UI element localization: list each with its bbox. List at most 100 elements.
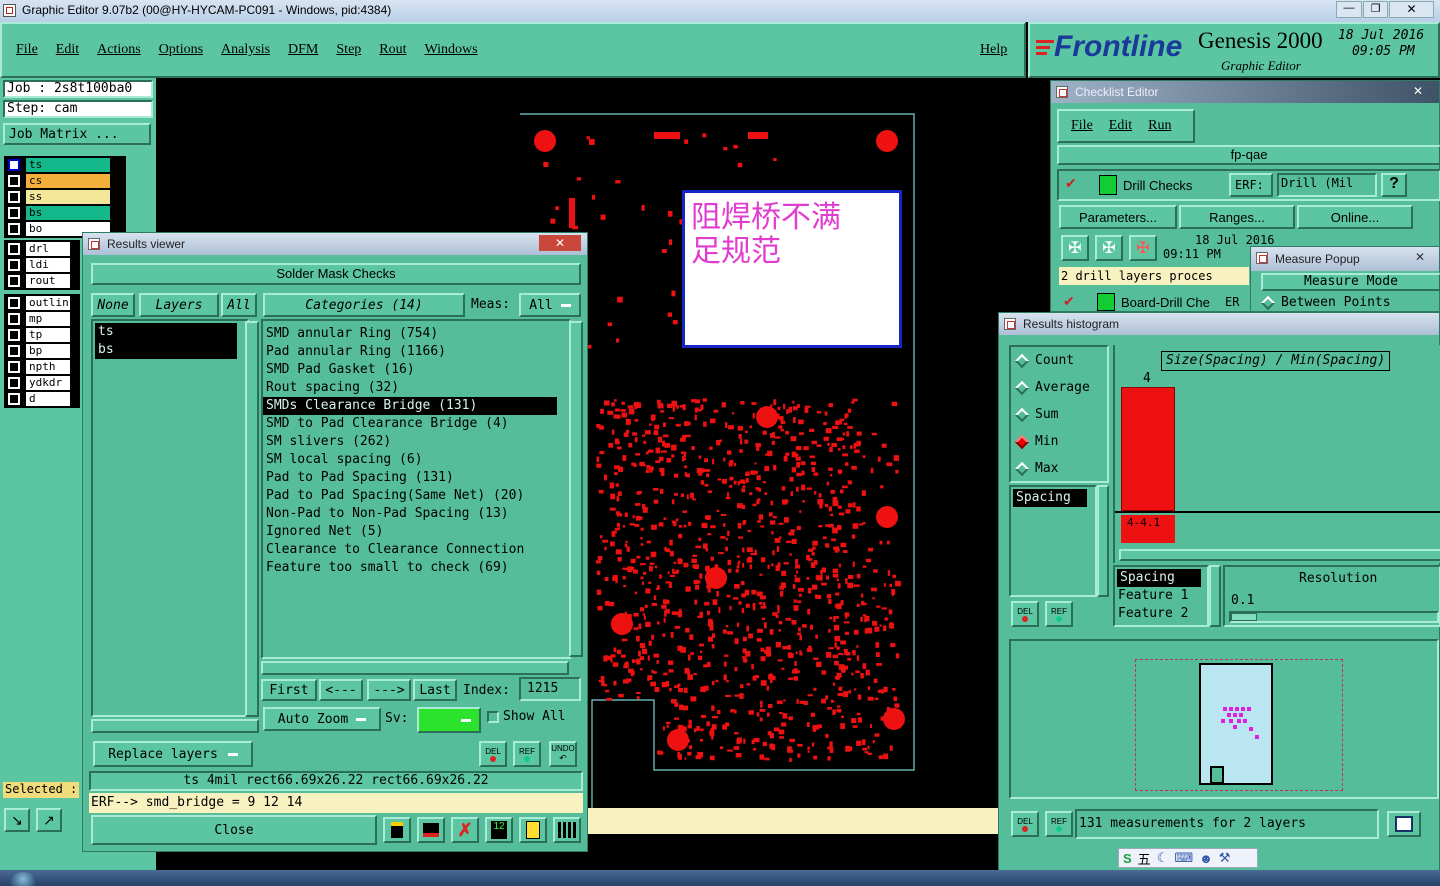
del-button[interactable]: DEL xyxy=(479,741,507,767)
layer-checkbox[interactable] xyxy=(8,377,20,389)
tool-icon-1[interactable]: ↘ xyxy=(4,808,30,832)
layer-cs[interactable]: cs xyxy=(4,173,126,189)
menu-file[interactable]: File xyxy=(16,42,38,58)
categories-scrollbar[interactable] xyxy=(569,321,583,657)
layer-tp[interactable]: tp xyxy=(4,327,80,343)
category-item[interactable]: SMD Pad Gasket (16) xyxy=(263,361,569,379)
category-item[interactable]: Feature too small to check (69) xyxy=(263,559,569,577)
layer-checkbox[interactable] xyxy=(8,329,20,341)
category-item[interactable]: Pad to Pad Spacing (131) xyxy=(263,469,569,487)
layer-checkbox[interactable] xyxy=(8,159,20,171)
online-button[interactable]: Online... xyxy=(1297,205,1413,229)
measure-mode-option[interactable]: Between Points xyxy=(1260,295,1391,310)
replace-layers-dropdown[interactable]: Replace layers xyxy=(93,741,253,767)
categories-list[interactable]: SMD annular Ring (754) Pad annular Ring (… xyxy=(261,319,571,659)
layer-checkbox[interactable] xyxy=(8,191,20,203)
layer-checkbox[interactable] xyxy=(8,207,20,219)
layer-bp[interactable]: bp xyxy=(4,343,80,359)
category-item[interactable]: Pad to Pad Spacing(Same Net) (20) xyxy=(263,487,569,505)
category-item[interactable]: Pad annular Ring (1166) xyxy=(263,343,569,361)
category-item[interactable]: SM local spacing (6) xyxy=(263,451,569,469)
layer-checkbox[interactable] xyxy=(8,243,20,255)
drill-checks-row[interactable]: ✔ Drill Checks ERF: Drill (Mil ? xyxy=(1057,169,1440,201)
menu-help[interactable]: Help xyxy=(980,42,1007,58)
zoom-fit-button[interactable] xyxy=(1387,811,1421,837)
menu-step[interactable]: Step xyxy=(336,42,361,58)
menu-actions[interactable]: Actions xyxy=(97,42,141,58)
layer-npth[interactable]: npth xyxy=(4,359,80,375)
menu-rout[interactable]: Rout xyxy=(379,42,406,58)
show-all-checkbox[interactable] xyxy=(487,711,499,723)
ime-mode[interactable]: 五 xyxy=(1138,849,1151,868)
index-input[interactable]: 1215 xyxy=(519,677,581,701)
layer-rout[interactable]: rout xyxy=(4,273,80,289)
undo-button[interactable]: UNDO ↶ xyxy=(549,741,577,767)
help-question-icon[interactable]: ? xyxy=(1381,173,1407,197)
erf-value[interactable]: Drill (Mil xyxy=(1277,173,1377,197)
layer-ts[interactable]: ts xyxy=(4,157,126,173)
toolbar-btn-3[interactable]: ✗ xyxy=(451,817,479,843)
moon-icon[interactable]: ☾ xyxy=(1157,850,1169,866)
close-button[interactable]: ✕ xyxy=(1389,1,1434,18)
category-item[interactable]: Rout spacing (32) xyxy=(263,379,569,397)
layer-ydkdr[interactable]: ydkdr xyxy=(4,375,80,391)
meas-dropdown[interactable]: All xyxy=(519,293,581,317)
menu-windows[interactable]: Windows xyxy=(425,42,478,58)
layer-mp[interactable]: mp xyxy=(4,311,80,327)
layer-d[interactable]: d xyxy=(4,391,80,407)
category-item[interactable]: SM slivers (262) xyxy=(263,433,569,451)
ime-s-icon[interactable]: S xyxy=(1123,851,1132,866)
prev-button[interactable]: <--- xyxy=(319,679,363,701)
run-icon-1[interactable]: ✠ xyxy=(1061,235,1089,261)
start-icon[interactable] xyxy=(10,872,36,886)
layer-checkbox[interactable] xyxy=(8,393,20,405)
sv-color-dropdown[interactable] xyxy=(417,707,481,733)
bottom-del-button[interactable]: DEL xyxy=(1011,811,1039,837)
layers-button[interactable]: Layers xyxy=(139,293,219,317)
histogram-preview[interactable] xyxy=(1009,639,1439,799)
minimize-button[interactable]: — xyxy=(1336,1,1362,18)
layer-checkbox[interactable] xyxy=(8,275,20,287)
histogram-ref-button[interactable]: REF xyxy=(1045,601,1073,627)
wrench-icon[interactable]: ⚒ xyxy=(1219,850,1231,866)
close-dialog-button[interactable]: Close xyxy=(91,815,377,845)
parameters-button[interactable]: Parameters... xyxy=(1059,205,1177,229)
menu-edit[interactable]: Edit xyxy=(56,42,79,58)
ranges-button[interactable]: Ranges... xyxy=(1179,205,1295,229)
category-item[interactable]: SMD annular Ring (754) xyxy=(263,325,569,343)
bottom-ref-button[interactable]: REF xyxy=(1045,811,1073,837)
stat-option-count[interactable]: Count xyxy=(1011,347,1107,374)
layers-hscrollbar[interactable] xyxy=(91,719,259,733)
list-item[interactable]: Spacing xyxy=(1013,489,1087,507)
next-button[interactable]: ---> xyxy=(367,679,411,701)
run-icon-2[interactable]: ✠ xyxy=(1095,235,1123,261)
layer-checkbox[interactable] xyxy=(8,259,20,271)
layer-checkbox[interactable] xyxy=(8,313,20,325)
close-icon[interactable]: ✕ xyxy=(539,235,581,251)
layer-bs[interactable]: bs xyxy=(4,205,126,221)
category-item[interactable]: SMD to Pad Clearance Bridge (4) xyxy=(263,415,569,433)
spacing-list[interactable]: Spacing xyxy=(1009,485,1097,597)
close-icon[interactable]: ✕ xyxy=(1409,249,1431,265)
slider-thumb[interactable] xyxy=(1231,613,1257,621)
stat-option-max[interactable]: Max xyxy=(1011,455,1107,482)
categories-hscrollbar[interactable] xyxy=(261,661,569,675)
stat-option-min[interactable]: Min xyxy=(1011,428,1107,455)
first-button[interactable]: First xyxy=(261,679,317,701)
auto-zoom-dropdown[interactable]: Auto Zoom xyxy=(263,707,381,731)
last-button[interactable]: Last xyxy=(413,679,457,701)
layer-checkbox[interactable] xyxy=(8,223,20,235)
run-icon-3[interactable]: ✠ xyxy=(1129,235,1157,261)
category-item[interactable]: Clearance to Clearance Connection xyxy=(263,541,569,559)
layer-drl[interactable]: drl xyxy=(4,241,80,257)
category-item[interactable]: Ignored Net (5) xyxy=(263,523,569,541)
list-item[interactable]: bs xyxy=(95,341,237,359)
toolbar-btn-6[interactable] xyxy=(553,817,581,843)
all-button[interactable]: All xyxy=(221,293,257,317)
none-button[interactable]: None xyxy=(91,293,135,317)
toolbar-btn-4[interactable]: 12 xyxy=(485,817,513,843)
layer-ss[interactable]: ss xyxy=(4,189,126,205)
layer-checkbox[interactable] xyxy=(8,297,20,309)
histogram-del-button[interactable]: DEL xyxy=(1011,601,1039,627)
checklist-menu-file[interactable]: File xyxy=(1071,118,1093,134)
